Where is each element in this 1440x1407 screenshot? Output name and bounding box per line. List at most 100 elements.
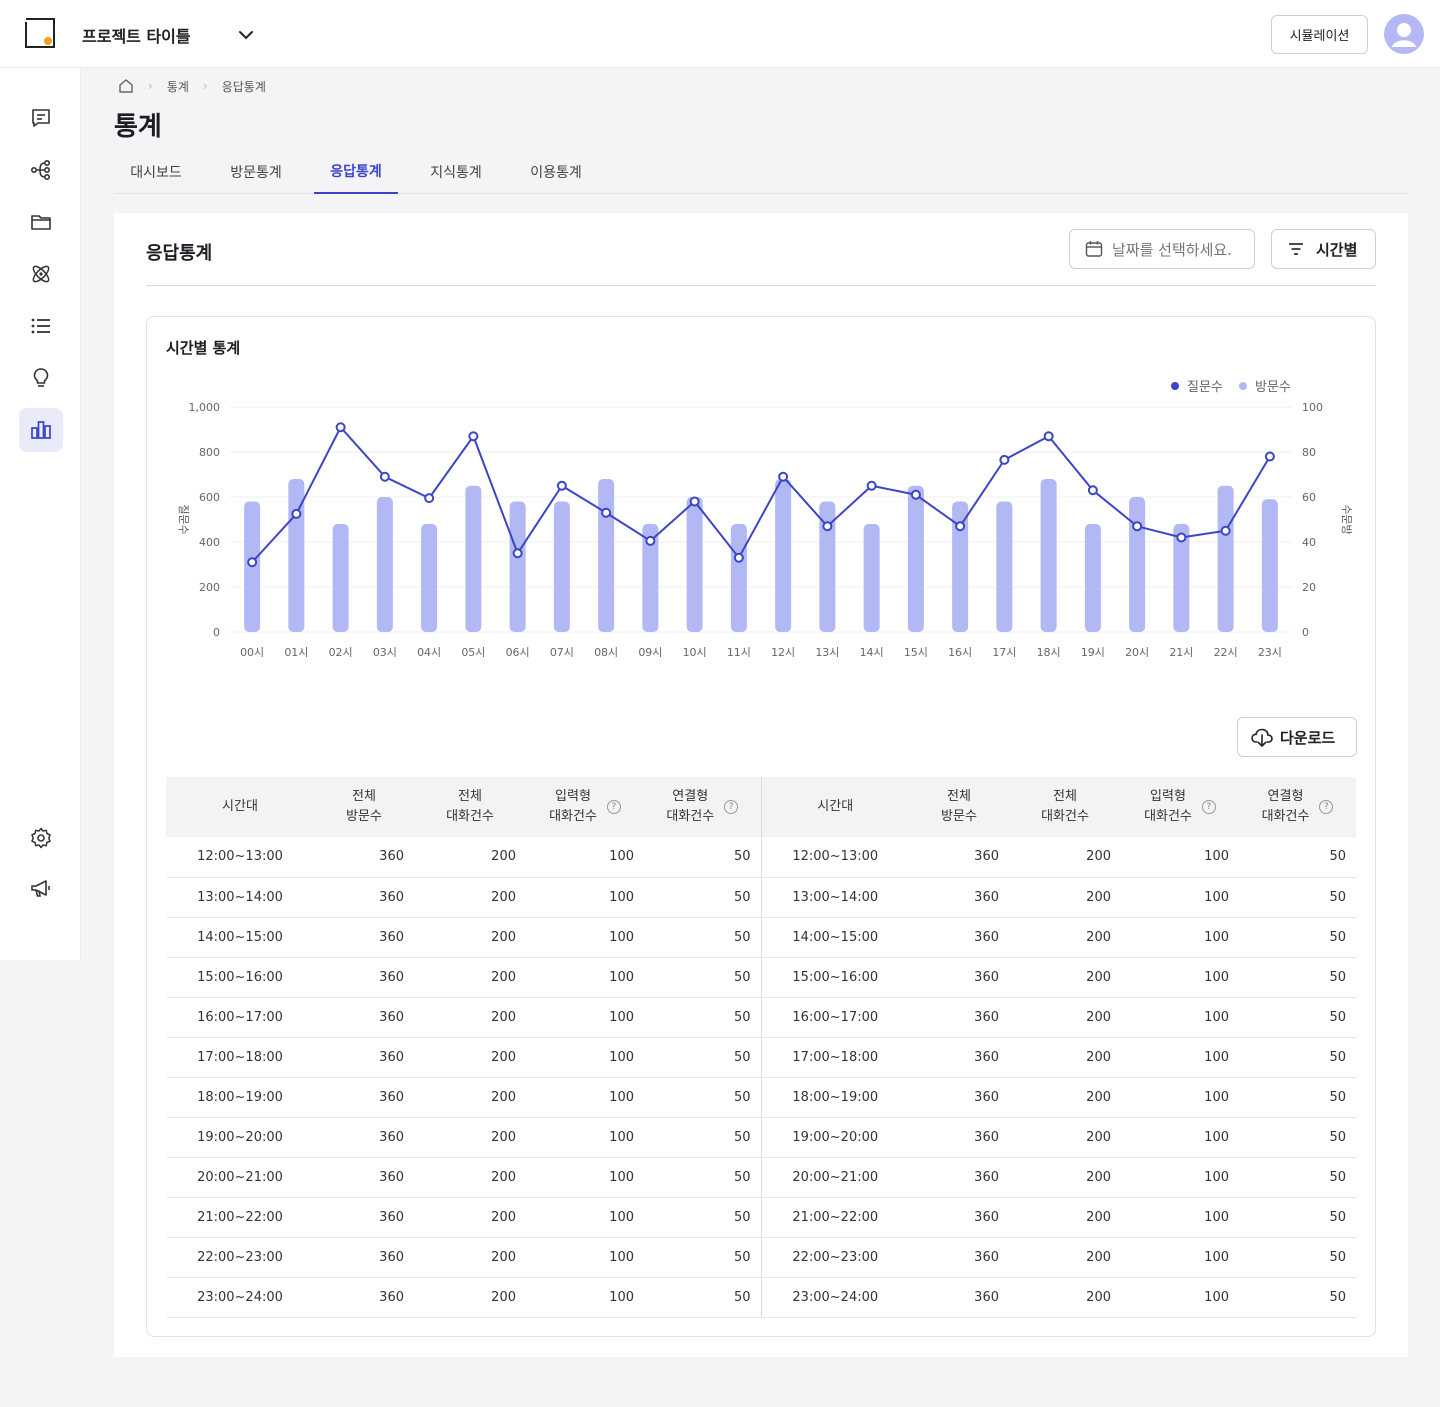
cell-input: 100 <box>1121 877 1239 918</box>
x-tick: 02시 <box>329 646 353 659</box>
y-tick-right: 100 <box>1302 401 1323 414</box>
tab-usage[interactable]: 이용통계 <box>514 150 598 194</box>
sidebar-item-flow[interactable] <box>19 148 63 192</box>
sidebar-item-settings[interactable] <box>19 816 63 860</box>
cell-input: 100 <box>526 1077 644 1118</box>
sidebar-item-chat[interactable] <box>19 96 63 140</box>
cell-link: 50 <box>644 997 762 1038</box>
y-tick-right: 80 <box>1302 446 1316 459</box>
help-icon[interactable]: ? <box>606 800 621 814</box>
cell-input: 100 <box>526 1157 644 1198</box>
tab-visits[interactable]: 방문통계 <box>214 150 298 194</box>
download-label: 다운로드 <box>1280 728 1336 747</box>
date-picker[interactable]: 날짜를 선택하세요. <box>1069 229 1255 269</box>
logo-icon[interactable] <box>24 16 58 50</box>
tab-knowledge[interactable]: 지식통계 <box>414 150 498 194</box>
cell-link: 50 <box>1239 1117 1356 1158</box>
sidebar-item-notice[interactable] <box>19 866 63 910</box>
bar-visits <box>907 485 924 632</box>
download-button[interactable]: 다운로드 <box>1237 717 1357 757</box>
cell-visits: 360 <box>909 1197 1009 1238</box>
cell-link: 50 <box>1239 1237 1356 1278</box>
y-tick-right: 0 <box>1302 626 1309 639</box>
cell-link: 50 <box>1239 957 1356 998</box>
x-tick: 04시 <box>417 646 441 659</box>
cell-input: 100 <box>526 957 644 998</box>
col-conversations: 전체 대화건수 <box>1009 777 1121 837</box>
table-row: 22:00~23:00 360 200 100 50 22:00~23:00 360 200 1… <box>166 1237 1356 1278</box>
cell-visits: 360 <box>909 1037 1009 1078</box>
breadcrumb-item-stats[interactable]: 통계 <box>167 78 189 95</box>
cell-time: 19:00~20:00 <box>761 1117 909 1158</box>
cell-conv: 200 <box>1009 1077 1121 1118</box>
cell-time: 12:00~13:00 <box>761 837 909 878</box>
cell-time: 16:00~17:00 <box>166 997 314 1038</box>
sidebar-item-bulb[interactable] <box>19 356 63 400</box>
flow-icon <box>30 159 51 180</box>
home-icon[interactable] <box>118 78 134 94</box>
y-tick-left: 200 <box>199 581 220 594</box>
tab-dashboard[interactable]: 대시보드 <box>114 150 198 194</box>
help-icon[interactable]: ? <box>1319 800 1334 814</box>
legend-label-visits: 방문수 <box>1255 380 1291 395</box>
sidebar-item-list[interactable] <box>19 304 63 348</box>
x-tick: 23시 <box>1258 646 1282 659</box>
hourly-chart: 0 0200 20400 40600 60800 801,000 100질문수 수문방00시 0… <box>177 380 1353 659</box>
cell-link: 50 <box>1239 1277 1356 1318</box>
col-link-type: 연결형 대화건수? <box>1239 777 1356 837</box>
x-tick: 07시 <box>550 646 574 659</box>
date-placeholder: 날짜를 선택하세요. <box>1112 240 1232 259</box>
cell-visits: 360 <box>314 1157 414 1198</box>
help-icon[interactable]: ? <box>1201 800 1216 814</box>
point-questions <box>601 507 612 518</box>
table-row: 13:00~14:00 360 200 100 50 13:00~14:00 360 200 1… <box>166 877 1356 918</box>
cell-time: 12:00~13:00 <box>166 837 314 878</box>
point-questions <box>733 552 744 563</box>
cell-conv: 200 <box>414 957 526 998</box>
cell-time: 13:00~14:00 <box>166 877 314 918</box>
table-row: 16:00~17:00 360 200 100 50 16:00~17:00 360 200 1… <box>166 997 1356 1038</box>
tab-responses[interactable]: 응답통계 <box>314 150 398 194</box>
x-tick: 17시 <box>992 646 1016 659</box>
cell-visits: 360 <box>909 1277 1009 1318</box>
cell-visits: 360 <box>909 957 1009 998</box>
cell-visits: 360 <box>909 1157 1009 1198</box>
cell-link: 50 <box>1239 1077 1356 1118</box>
cell-visits: 360 <box>909 1117 1009 1158</box>
cell-time: 17:00~18:00 <box>166 1037 314 1078</box>
simulation-button[interactable]: 시뮬레이션 <box>1271 15 1368 54</box>
avatar[interactable] <box>1384 14 1424 54</box>
sidebar-item-atom[interactable] <box>19 252 63 296</box>
cell-visits: 360 <box>314 1237 414 1278</box>
cell-conv: 200 <box>414 1277 526 1318</box>
point-questions <box>689 496 700 507</box>
chart-title: 시간별 통계 <box>166 339 241 357</box>
cell-link: 50 <box>1239 917 1356 958</box>
point-questions <box>424 493 435 504</box>
sidebar-item-statistics[interactable] <box>19 408 63 452</box>
divider <box>146 285 1376 286</box>
cell-input: 100 <box>1121 1117 1239 1158</box>
megaphone-icon <box>31 880 50 897</box>
cell-link: 50 <box>644 917 762 958</box>
y-tick-left: 400 <box>199 536 220 549</box>
cell-link: 50 <box>644 837 762 878</box>
time-filter-button[interactable]: 시간별 <box>1271 229 1376 269</box>
legend-marker-visits <box>1239 382 1247 390</box>
table-row: 15:00~16:00 360 200 100 50 15:00~16:00 360 200 1… <box>166 957 1356 998</box>
chevron-down-icon[interactable] <box>236 25 256 45</box>
y-tick-right: 20 <box>1302 581 1316 594</box>
bar-visits <box>553 501 570 632</box>
sidebar-item-folder[interactable] <box>19 200 63 244</box>
help-icon[interactable]: ? <box>724 800 739 814</box>
chevron-right-icon: › <box>148 79 153 93</box>
bar-visits <box>509 501 526 632</box>
x-tick: 09시 <box>638 646 662 659</box>
point-questions <box>291 508 302 519</box>
cell-input: 100 <box>526 877 644 918</box>
folder-icon <box>31 215 51 230</box>
bar-visits <box>332 524 349 632</box>
cell-input: 100 <box>1121 1277 1239 1318</box>
x-tick: 05시 <box>461 646 485 659</box>
page-title: 통계 <box>114 112 162 142</box>
